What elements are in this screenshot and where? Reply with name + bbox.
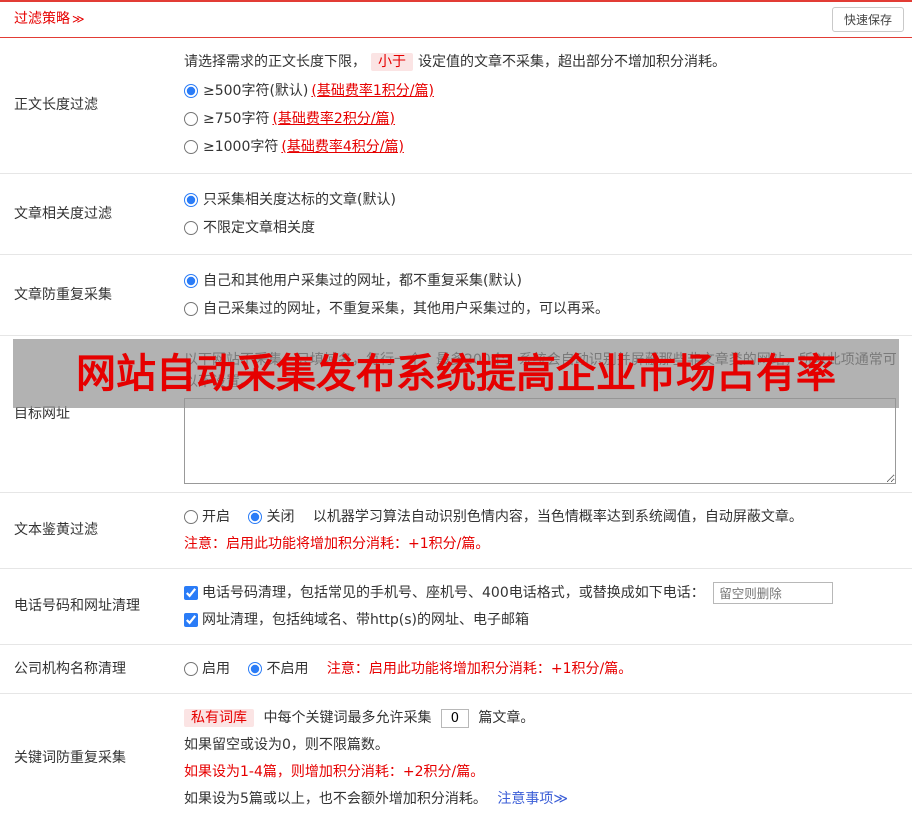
option-label: ≥500字符(默认): [203, 83, 309, 99]
fee-note: (基础费率1积分/篇): [311, 83, 434, 99]
checkbox-url-clean[interactable]: [184, 613, 198, 627]
section-phone-url-clean: 电话号码和网址清理 电话号码清理，包括常见的手机号、座机号、400电话格式，或替…: [0, 569, 912, 645]
option-label: 开启: [202, 509, 230, 525]
page-title-text: 过滤策略: [14, 11, 70, 27]
fee-note: (基础费率2积分/篇): [272, 111, 396, 127]
notice-link[interactable]: 注意事项≫: [497, 791, 568, 807]
radio-option-porn-off[interactable]: 关闭: [248, 506, 294, 528]
option-label: 网址清理，包括纯域名、带http(s)的网址、电子邮箱: [202, 612, 529, 628]
company-clean-options-line: 启用 不启用 注意：启用此功能将增加积分消耗：+1积分/篇。: [184, 658, 902, 680]
radio-dedup-self[interactable]: [184, 302, 198, 316]
phone-replace-input[interactable]: [713, 582, 834, 604]
keyword-rule-cost-line: 如果设为1-4篇，则增加积分消耗：+2积分/篇。: [184, 764, 485, 780]
radio-option-dedup-self[interactable]: 自己采集过的网址，不重复采集，其他用户采集过的，可以再采。: [184, 299, 902, 319]
radio-option-750-chars[interactable]: ≥750字符 (基础费率2积分/篇): [184, 109, 902, 129]
section-dedup-collect: 文章防重复采集 自己和其他用户采集过的网址，都不重复采集(默认) 自己采集过的网…: [0, 255, 912, 336]
url-clean-line: 网址清理，包括纯域名、带http(s)的网址、电子邮箱: [184, 609, 902, 631]
description-text: 请选择需求的正文长度下限，: [184, 54, 366, 70]
private-lexicon-tag: 私有词库: [184, 709, 254, 727]
section-content-phone-url: 电话号码清理，包括常见的手机号、座机号、400电话格式，或替换成如下电话： 网址…: [182, 569, 912, 644]
max-collect-count-input[interactable]: [440, 708, 469, 728]
section-content-keyword-dedup: 私有词库 中每个关键词最多允许采集 篇文章。 如果留空或设为0，则不限篇数。 如…: [182, 694, 912, 823]
section-label-phone-url: 电话号码和网址清理: [14, 598, 140, 614]
radio-company-on[interactable]: [184, 662, 198, 676]
option-label: 只采集相关度达标的文章(默认): [203, 192, 396, 208]
option-label: 不限定文章相关度: [203, 220, 315, 236]
checkbox-phone-clean[interactable]: [184, 586, 198, 600]
radio-dedup-global[interactable]: [184, 274, 198, 288]
description-text: 设定值的文章不采集，超出部分不增加积分消耗。: [418, 54, 726, 70]
section-keyword-dedup: 关键词防重复采集 私有词库 中每个关键词最多允许采集 篇文章。 如果留空或设为0…: [0, 694, 912, 823]
section-label-porn-filter: 文本鉴黄过滤: [14, 522, 98, 538]
watermark-text: 网站自动采集发布系统提高企业市场占有率: [76, 350, 836, 397]
option-label: 电话号码清理，包括常见的手机号、座机号、400电话格式，或替换成如下电话：: [202, 585, 705, 601]
option-label: ≥1000字符: [203, 139, 279, 155]
option-label: 自己采集过的网址，不重复采集，其他用户采集过的，可以再采。: [203, 301, 609, 317]
filter-strategy-page: 过滤策略 ≫ 快速保存 正文长度过滤 请选择需求的正文长度下限， 小于 设定值的文章不…: [0, 0, 912, 823]
section-label-company-clean: 公司机构名称清理: [14, 660, 126, 677]
radio-option-1000-chars[interactable]: ≥1000字符 (基础费率4积分/篇): [184, 137, 902, 157]
radio-option-company-off[interactable]: 不启用: [248, 658, 308, 680]
body-length-description: 请选择需求的正文长度下限， 小于 设定值的文章不采集，超出部分不增加积分消耗。: [184, 51, 902, 73]
option-label: 启用: [202, 661, 230, 677]
radio-option-relevance-any[interactable]: 不限定文章相关度: [184, 218, 902, 238]
radio-500-chars[interactable]: [184, 84, 198, 98]
page-header: 过滤策略 ≫ 快速保存: [0, 0, 912, 38]
section-content-relevance: 只采集相关度达标的文章(默认) 不限定文章相关度: [182, 174, 912, 254]
section-label-dedup: 文章防重复采集: [14, 286, 112, 303]
radio-option-company-on[interactable]: 启用: [184, 658, 230, 680]
section-content-dedup: 自己和其他用户采集过的网址，都不重复采集(默认) 自己采集过的网址，不重复采集，…: [182, 255, 912, 335]
exclude-domains-textarea[interactable]: [184, 398, 896, 484]
radio-option-porn-on[interactable]: 开启: [184, 506, 230, 528]
radio-porn-on[interactable]: [184, 510, 198, 524]
option-label: 关闭: [266, 509, 295, 525]
radio-option-relevance-strict[interactable]: 只采集相关度达标的文章(默认): [184, 190, 902, 210]
section-content-body-length: 请选择需求的正文长度下限， 小于 设定值的文章不采集，超出部分不增加积分消耗。 ≥5…: [182, 38, 912, 173]
section-content-porn-filter: 开启 关闭 以机器学习算法自动识别色情内容，当色情概率达到系统阈值，自动屏蔽文章…: [182, 493, 912, 568]
section-body-length-filter: 正文长度过滤 请选择需求的正文长度下限， 小于 设定值的文章不采集，超出部分不增加积…: [0, 38, 912, 174]
watermark-banner: 网站自动采集发布系统提高企业市场占有率: [13, 339, 899, 408]
porn-filter-description: 以机器学习算法自动识别色情内容，当色情概率达到系统阈值，自动屏蔽文章。: [312, 509, 803, 525]
radio-750-chars[interactable]: [184, 112, 198, 126]
section-label-keyword-dedup: 关键词防重复采集: [14, 750, 126, 766]
option-label: 不启用: [266, 661, 309, 677]
section-label-relevance: 文章相关度过滤: [14, 205, 112, 222]
section-label-body-length: 正文长度过滤: [14, 97, 98, 113]
keyword-limit-line: 私有词库 中每个关键词最多允许采集 篇文章。: [184, 707, 902, 729]
keyword-rule-five-text: 如果设为5篇或以上，也不会额外增加积分消耗。: [184, 791, 487, 807]
radio-relevance-strict[interactable]: [184, 193, 198, 207]
option-label: 自己和其他用户采集过的网址，都不重复采集(默认): [203, 273, 522, 289]
fee-note: (基础费率4积分/篇): [281, 139, 404, 155]
company-clean-cost-note: 注意：启用此功能将增加积分消耗：+1积分/篇。: [326, 661, 633, 677]
keyword-limit-text: 中每个关键词最多允许采集: [263, 710, 432, 726]
option-label: ≥750字符: [203, 111, 270, 127]
radio-option-dedup-global[interactable]: 自己和其他用户采集过的网址，都不重复采集(默认): [184, 271, 902, 291]
checkbox-option-phone-clean[interactable]: 电话号码清理，包括常见的手机号、座机号、400电话格式，或替换成如下电话：: [184, 582, 705, 604]
section-company-name-clean: 公司机构名称清理 启用 不启用 注意：启用此功能将增加积分消耗：+1积分/篇。: [0, 645, 912, 694]
phone-clean-line: 电话号码清理，包括常见的手机号、座机号、400电话格式，或替换成如下电话：: [184, 582, 902, 604]
radio-porn-off[interactable]: [248, 510, 263, 524]
radio-option-500-chars[interactable]: ≥500字符(默认) (基础费率1积分/篇): [184, 81, 902, 101]
checkbox-option-url-clean[interactable]: 网址清理，包括纯域名、带http(s)的网址、电子邮箱: [184, 609, 529, 631]
section-porn-filter: 文本鉴黄过滤 开启 关闭 以机器学习算法自动识别色情内容，当色情概率达到系统阈值…: [0, 493, 912, 569]
keyword-rule-empty-line: 如果留空或设为0，则不限篇数。: [184, 737, 389, 753]
porn-filter-cost-note: 注意：启用此功能将增加积分消耗：+1积分/篇。: [184, 536, 490, 552]
quick-save-button[interactable]: 快速保存: [831, 7, 904, 32]
radio-company-off[interactable]: [248, 662, 263, 676]
radio-relevance-any[interactable]: [184, 221, 198, 235]
page-title[interactable]: 过滤策略 ≫: [14, 9, 85, 30]
porn-filter-options-line: 开启 关闭 以机器学习算法自动识别色情内容，当色情概率达到系统阈值，自动屏蔽文章…: [184, 506, 902, 528]
radio-1000-chars[interactable]: [184, 140, 198, 154]
less-than-tag: 小于: [371, 53, 413, 71]
keyword-rule-five-line: 如果设为5篇或以上，也不会额外增加积分消耗。 注意事项≫: [184, 788, 902, 810]
chevron-double-icon: ≫: [72, 12, 85, 26]
section-content-company-clean: 启用 不启用 注意：启用此功能将增加积分消耗：+1积分/篇。: [182, 645, 912, 693]
section-relevance-filter: 文章相关度过滤 只采集相关度达标的文章(默认) 不限定文章相关度: [0, 174, 912, 255]
keyword-limit-text-end: 篇文章。: [478, 710, 535, 726]
